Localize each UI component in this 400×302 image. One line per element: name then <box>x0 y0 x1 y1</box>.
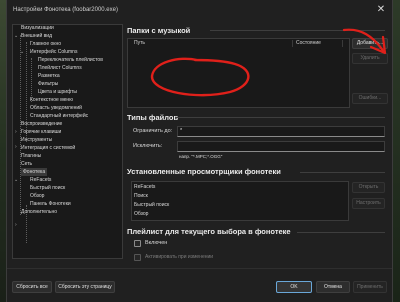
reset-page-button[interactable]: Сбросить эту страницу <box>55 281 115 293</box>
configure-viewer-button[interactable]: Настроить <box>352 198 385 209</box>
tree-item-shell-integration[interactable]: Интеграция с системой <box>21 144 75 152</box>
tree-item-album-list[interactable]: Обзор <box>30 192 44 200</box>
tree-item-advanced[interactable]: Дополнительно <box>21 208 57 216</box>
restrict-to-field[interactable]: * <box>177 126 385 137</box>
section-divider <box>300 172 385 173</box>
hand-drawn-annotation <box>150 28 387 97</box>
close-icon[interactable]: ✕ <box>372 3 390 17</box>
playlist-heading: Плейлист для текущего выбора в фонотеке <box>127 227 291 236</box>
library-viewers-heading: Установленные просмотрщики фонотеки <box>127 167 281 176</box>
tree-item-quick-search[interactable]: Быстрый поиск <box>30 184 65 192</box>
activate-on-change-checkbox[interactable] <box>134 254 141 261</box>
exclude-label: Исключить: <box>133 143 163 149</box>
exclude-hint: напр. "*.MPC;*.OGG" <box>179 154 223 159</box>
tree-item-notification-area[interactable]: Область уведомлений <box>30 104 82 112</box>
tree-item-main-window[interactable]: Главное окно <box>30 40 61 48</box>
expand-icon[interactable]: ⌄ <box>20 48 24 56</box>
viewers-list[interactable]: ReFacets Поиск Быстрый поиск Обзор <box>131 181 349 221</box>
activate-on-change-label: Активировать при изменении <box>145 254 214 260</box>
tree-item-context-menu[interactable]: Контекстное меню <box>30 96 73 104</box>
viewer-item-refacets[interactable]: ReFacets <box>134 183 155 191</box>
apply-button[interactable]: Применить <box>353 281 387 293</box>
exclude-field[interactable] <box>177 141 385 152</box>
enabled-checkbox[interactable] <box>134 240 141 247</box>
window-title: Настройки Фонотека (foobar2000.exe) <box>13 7 118 13</box>
enabled-label: Включен <box>145 240 168 246</box>
cancel-button[interactable]: Отмена <box>316 281 350 293</box>
tree-item-playback[interactable]: Воспроизведение <box>21 120 62 128</box>
tree-item-default-ui[interactable]: Стандартный интерфейс <box>30 112 88 120</box>
viewer-item-album-list[interactable]: Обзор <box>134 210 148 218</box>
section-divider <box>297 232 385 233</box>
preferences-tree[interactable]: ⌄ ⌄ › › ⌄ › Визуализации Внешний вид Гла… <box>12 24 123 259</box>
tree-item-media-library[interactable]: Фонотека <box>21 168 48 176</box>
tree-item-playlist-switcher[interactable]: Переключатель плейлистов <box>38 56 103 64</box>
section-divider <box>175 117 385 118</box>
ok-button[interactable]: OK <box>276 281 312 293</box>
tree-item-keyboard-shortcuts[interactable]: Горячие клавиши <box>21 128 61 136</box>
collapsed-icon[interactable]: › <box>15 143 17 151</box>
tree-item-networking[interactable]: Сеть <box>21 160 32 168</box>
preferences-window: Настройки Фонотека (foobar2000.exe) ✕ ⌄ … <box>6 0 393 302</box>
collapsed-icon[interactable]: › <box>15 221 17 229</box>
music-folders-heading: Папки с музыкой <box>127 26 191 35</box>
tree-item-filters[interactable]: Фильтры <box>38 80 58 88</box>
tree-item-tools[interactable]: Инструменты <box>21 136 52 144</box>
reset-all-button[interactable]: Сбросить все <box>12 281 52 293</box>
title-bar: Настройки Фонотека (foobar2000.exe) ✕ <box>7 0 392 20</box>
tree-item-appearance[interactable]: Внешний вид <box>21 32 52 40</box>
expand-icon[interactable]: ⌄ <box>14 32 18 40</box>
viewer-item-quick-search[interactable]: Быстрый поиск <box>134 201 169 209</box>
annotation-arrow <box>342 28 386 54</box>
desktop-right-strip <box>393 0 400 302</box>
tree-item-refacets[interactable]: ReFacets <box>30 176 51 184</box>
tree-item-components[interactable]: Плагины <box>21 152 41 160</box>
viewer-item-search[interactable]: Поиск <box>134 192 148 200</box>
file-types-heading: Типы файлов <box>127 113 179 122</box>
tree-item-columns-ui[interactable]: Интерфейс Columns <box>30 48 77 56</box>
annotation-loop <box>150 57 250 97</box>
tree-item-colours-fonts[interactable]: Цвета и шрифты <box>38 88 77 96</box>
tree-item-library-panel[interactable]: Панель Фонотеки <box>30 200 71 208</box>
open-viewer-button[interactable]: Открыть <box>352 182 385 193</box>
tree-item-playlist-columns[interactable]: Плейлист Columns <box>38 64 82 72</box>
dialog-footer: Сбросить все Сбросить эту страницу OK От… <box>7 268 392 302</box>
restrict-label: Ограничить до: <box>133 128 173 134</box>
expand-icon[interactable]: ⌄ <box>14 176 18 184</box>
collapsed-icon[interactable]: › <box>15 128 17 136</box>
tree-item-layout[interactable]: Разметка <box>38 72 60 80</box>
tree-item-visualizations[interactable]: Визуализации <box>21 25 54 32</box>
